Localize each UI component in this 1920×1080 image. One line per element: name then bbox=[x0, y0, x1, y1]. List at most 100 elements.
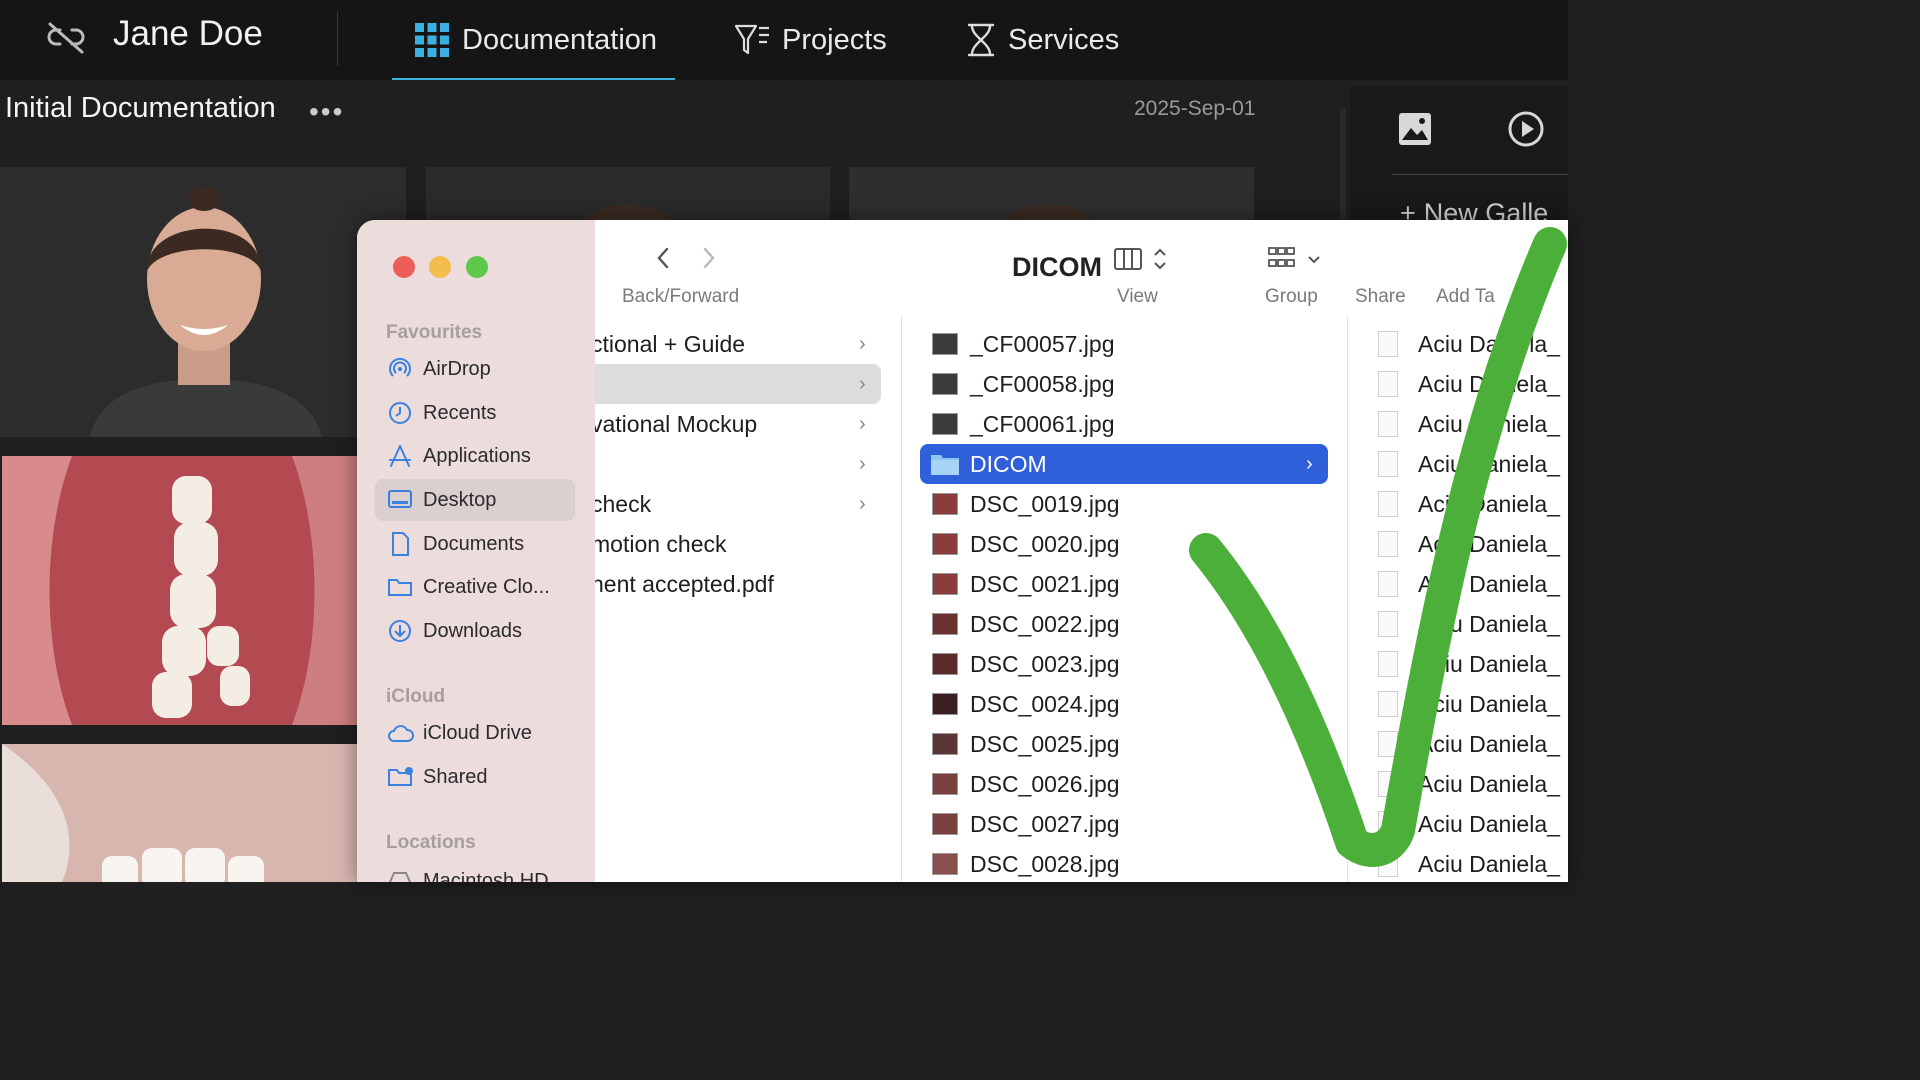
document-icon bbox=[1378, 771, 1398, 797]
sidebar-section-header: Favourites bbox=[386, 322, 483, 343]
document-icon bbox=[1378, 851, 1398, 877]
file-row[interactable]: Aciu Daniela_ bbox=[1378, 684, 1568, 724]
sidebar-item-recents[interactable]: Recents bbox=[375, 392, 575, 434]
item-label: check bbox=[595, 490, 652, 517]
file-name: _CF00058.jpg bbox=[970, 370, 1115, 397]
list-item[interactable]: l› bbox=[595, 364, 881, 404]
file-row[interactable]: _CF00057.jpg bbox=[920, 324, 1328, 364]
file-name: Aciu Daniela_ bbox=[1418, 650, 1560, 677]
close-window-button[interactable] bbox=[393, 256, 415, 278]
tab-projects[interactable]: Projects bbox=[734, 0, 887, 80]
photo-thumbnail[interactable] bbox=[426, 167, 830, 220]
document-icon bbox=[1378, 651, 1398, 677]
user-name[interactable]: Jane Doe bbox=[113, 14, 263, 54]
forward-chevron-icon[interactable] bbox=[701, 246, 717, 270]
back-chevron-icon[interactable] bbox=[655, 246, 671, 270]
finder-toolbar: Back/Forward DICOM View Group Share Add … bbox=[595, 220, 1568, 317]
tab-documentation[interactable]: Documentation bbox=[391, 0, 676, 80]
file-row[interactable]: Aciu Daniela_ bbox=[1378, 364, 1568, 404]
file-name: Aciu Daniela_ bbox=[1418, 490, 1560, 517]
chevron-right-icon: › bbox=[859, 332, 866, 355]
file-row[interactable]: Aciu Daniela_ bbox=[1378, 764, 1568, 804]
scrollbar[interactable] bbox=[1340, 108, 1346, 228]
file-row[interactable]: Aciu Daniela_ bbox=[1378, 444, 1568, 484]
list-item[interactable]: › bbox=[595, 444, 881, 484]
file-row[interactable]: _CF00061.jpg bbox=[920, 404, 1328, 444]
file-row[interactable]: Aciu Daniela_ bbox=[1378, 484, 1568, 524]
sidebar-item-icloud-drive[interactable]: iCloud Drive bbox=[375, 712, 575, 754]
group-label: Group bbox=[1265, 286, 1318, 307]
sidebar-item-desktop[interactable]: Desktop bbox=[375, 479, 575, 521]
app-top-bar: Jane Doe Documentation Projects Services bbox=[0, 0, 1568, 80]
file-name: DICOM bbox=[970, 450, 1047, 477]
list-item[interactable]: nent accepted.pdf bbox=[595, 564, 881, 604]
file-row[interactable]: DSC_0022.jpg bbox=[920, 604, 1328, 644]
file-row[interactable]: DSC_0024.jpg bbox=[920, 684, 1328, 724]
file-row[interactable]: Aciu Daniela_ bbox=[1378, 324, 1568, 364]
finder-sidebar: Favourites AirDrop Recents Applications … bbox=[357, 220, 596, 882]
unlink-icon[interactable] bbox=[46, 20, 86, 56]
grid-icon bbox=[415, 23, 449, 57]
photo-image bbox=[1005, 205, 1093, 220]
sidebar-item-label: Shared bbox=[423, 765, 488, 788]
file-row[interactable]: DSC_0019.jpg bbox=[920, 484, 1328, 524]
zoom-window-button[interactable] bbox=[466, 256, 488, 278]
file-name: Aciu Daniela_ bbox=[1418, 410, 1560, 437]
image-thumbnail-icon bbox=[932, 853, 958, 875]
photo-intraoral[interactable] bbox=[2, 456, 357, 725]
group-icon[interactable] bbox=[1267, 246, 1327, 272]
sidebar-item-airdrop[interactable]: AirDrop bbox=[375, 348, 575, 390]
tab-services[interactable]: Services bbox=[966, 0, 1119, 80]
sidebar-item-applications[interactable]: Applications bbox=[375, 435, 575, 477]
add-tags-label: Add Ta bbox=[1436, 286, 1495, 307]
play-icon[interactable] bbox=[1507, 110, 1545, 148]
folder-row-dicom[interactable]: DICOM › bbox=[920, 444, 1328, 484]
file-row[interactable]: DSC_0026.jpg bbox=[920, 764, 1328, 804]
image-icon[interactable] bbox=[1398, 112, 1432, 146]
file-row[interactable]: Aciu Daniela_ bbox=[1378, 804, 1568, 844]
list-item[interactable]: vational Mockup › bbox=[595, 404, 881, 444]
sidebar-item-label: Recents bbox=[423, 401, 497, 424]
file-row[interactable]: DSC_0020.jpg bbox=[920, 524, 1328, 564]
view-label: View bbox=[1117, 286, 1158, 307]
list-item[interactable]: motion check bbox=[595, 524, 881, 564]
file-row[interactable]: Aciu Daniela_ bbox=[1378, 604, 1568, 644]
file-row[interactable]: _CF00058.jpg bbox=[920, 364, 1328, 404]
file-row[interactable]: Aciu Daniela_ bbox=[1378, 844, 1568, 882]
file-row[interactable]: Aciu Daniela_ bbox=[1378, 524, 1568, 564]
teeth-image bbox=[2, 744, 357, 882]
sidebar-item-label: iCloud Drive bbox=[423, 721, 532, 744]
sidebar-item-macintosh-hd[interactable]: Macintosh HD bbox=[375, 860, 575, 882]
sidebar-item-shared[interactable]: Shared bbox=[375, 756, 575, 798]
tab-label: Documentation bbox=[462, 23, 658, 56]
file-name: DSC_0021.jpg bbox=[970, 570, 1120, 597]
minimize-window-button[interactable] bbox=[429, 256, 451, 278]
list-item[interactable]: ctional + Guide › bbox=[595, 324, 881, 364]
list-item[interactable]: check › bbox=[595, 484, 881, 524]
file-row[interactable]: Aciu Daniela_ bbox=[1378, 724, 1568, 764]
photo-thumbnail[interactable] bbox=[849, 167, 1254, 220]
sidebar-item-documents[interactable]: Documents bbox=[375, 523, 575, 565]
photo-portrait[interactable] bbox=[0, 167, 406, 437]
file-row[interactable]: DSC_0028.jpg bbox=[920, 844, 1328, 882]
file-row[interactable]: Aciu Daniela_ bbox=[1378, 404, 1568, 444]
desktop-icon bbox=[388, 490, 412, 508]
folder-icon bbox=[931, 455, 959, 475]
file-name: DSC_0022.jpg bbox=[970, 610, 1120, 637]
file-row[interactable]: Aciu Daniela_ bbox=[1378, 564, 1568, 604]
photo-intraoral-lower[interactable] bbox=[2, 744, 357, 882]
file-row[interactable]: Aciu Daniela_ bbox=[1378, 644, 1568, 684]
file-row[interactable]: DSC_0023.jpg bbox=[920, 644, 1328, 684]
sidebar-item-creative-cloud[interactable]: Creative Clo... bbox=[375, 566, 575, 608]
file-name: Aciu Daniela_ bbox=[1418, 610, 1560, 637]
document-icon bbox=[1378, 531, 1398, 557]
document-icon bbox=[1378, 411, 1398, 437]
column-view-icon[interactable] bbox=[1113, 246, 1173, 272]
sidebar-item-downloads[interactable]: Downloads bbox=[375, 610, 575, 652]
file-row[interactable]: DSC_0025.jpg bbox=[920, 724, 1328, 764]
file-row[interactable]: DSC_0027.jpg bbox=[920, 804, 1328, 844]
tab-label: Projects bbox=[782, 23, 887, 56]
more-options-button[interactable]: ••• bbox=[309, 96, 344, 128]
document-icon bbox=[1378, 691, 1398, 717]
file-row[interactable]: DSC_0021.jpg bbox=[920, 564, 1328, 604]
